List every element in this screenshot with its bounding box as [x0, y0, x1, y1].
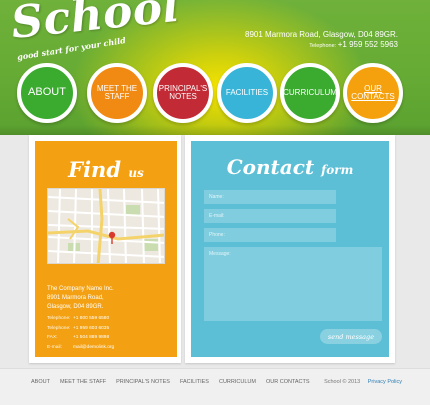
contact-row: E-mail: mail@demolink.org: [47, 343, 172, 353]
nav-principals-notes-label: Principal's notes: [158, 83, 208, 101]
find-title-small: us: [128, 166, 144, 180]
footer: About Meet the staff Principal's notes F…: [0, 368, 430, 405]
nav-our-contacts[interactable]: Our contacts: [343, 63, 403, 123]
nav-about[interactable]: About: [17, 63, 77, 123]
company-city: Glasgow, D04 89GR.: [47, 304, 104, 310]
contact-title-small: form: [321, 163, 354, 177]
header-shadow: [0, 125, 430, 135]
find-us-title: Find us: [35, 157, 177, 182]
contact-form-panel: Contact form send message: [191, 141, 389, 357]
contact-label: Telephone:: [47, 325, 71, 331]
contact-row: Telephone: +1 959 603 6035: [47, 324, 172, 334]
nav-meet-the-staff-label: Meet the staff: [96, 83, 138, 101]
footer-link-curriculum[interactable]: Curriculum: [219, 379, 256, 385]
privacy-policy-link[interactable]: Privacy Policy: [368, 379, 402, 385]
contact-label: FAX:: [47, 335, 58, 340]
contact-form-title: Contact form: [191, 155, 389, 179]
email-field[interactable]: [204, 209, 336, 223]
header-address: 8901 Marmora Road, Glasgow, D04 89GR.: [245, 30, 398, 39]
footer-link-facilities[interactable]: Facilities: [180, 379, 209, 385]
contact-label: Telephone:: [47, 316, 71, 321]
footer-nav: About Meet the staff Principal's notes F…: [31, 379, 320, 385]
nav-curriculum-label: Curriculum: [283, 87, 337, 97]
contact-title-main: Contact: [226, 155, 315, 179]
footer-link-our-contacts[interactable]: Our contacts: [266, 379, 310, 385]
copyright-text: School © 2013: [324, 379, 361, 385]
send-message-button[interactable]: send message: [320, 329, 382, 344]
footer-copyright: School © 2013 Privacy Policy: [324, 379, 402, 385]
map-graphic: [48, 189, 164, 263]
nav-our-contacts-label: Our contacts: [351, 83, 395, 101]
nav-principals-notes[interactable]: Principal's notes: [153, 63, 213, 123]
company-address: The Company Name Inc. 8901 Marmora Road,…: [47, 285, 172, 312]
contact-label: E-mail:: [47, 344, 62, 350]
nav-facilities-label: Facilities: [225, 87, 269, 97]
header-phone-label: Telephone:: [309, 43, 337, 49]
find-us-panel: Find us The Company Name Inc. 8901 Marmo…: [35, 141, 177, 357]
location-map[interactable]: [47, 188, 165, 264]
message-field[interactable]: [204, 247, 382, 321]
nav-about-label: About: [28, 86, 66, 99]
contact-row: FAX: +1 504 889 9898: [47, 333, 172, 343]
header-phone-number: +1 959 552 5963: [337, 40, 398, 49]
nav-curriculum[interactable]: Curriculum: [280, 63, 340, 123]
phone-field[interactable]: [204, 228, 336, 242]
company-contacts: Telephone: +1 800 559 6580 Telephone: +1…: [47, 314, 172, 352]
company-street: 8901 Marmora Road,: [47, 295, 104, 301]
header-phone: Telephone: +1 959 552 5963: [309, 40, 398, 49]
company-name: The Company Name Inc.: [47, 286, 114, 292]
contact-value: +1 959 603 6035: [73, 325, 110, 331]
footer-link-meet-the-staff[interactable]: Meet the staff: [60, 379, 106, 385]
contact-email-link[interactable]: mail@demolink.org: [73, 343, 114, 353]
footer-link-about[interactable]: About: [31, 379, 50, 385]
footer-link-principals-notes[interactable]: Principal's notes: [116, 379, 170, 385]
nav-meet-the-staff[interactable]: Meet the staff: [87, 63, 147, 123]
contact-row: Telephone: +1 800 559 6580: [47, 314, 172, 324]
find-title-main: Find: [68, 157, 122, 182]
header: School good start for your child 8901 Ma…: [0, 0, 430, 135]
contact-value: +1 800 559 6580: [73, 316, 110, 321]
nav-facilities[interactable]: Facilities: [217, 63, 277, 123]
contact-value: +1 504 889 9898: [73, 335, 110, 340]
name-field[interactable]: [204, 190, 336, 204]
